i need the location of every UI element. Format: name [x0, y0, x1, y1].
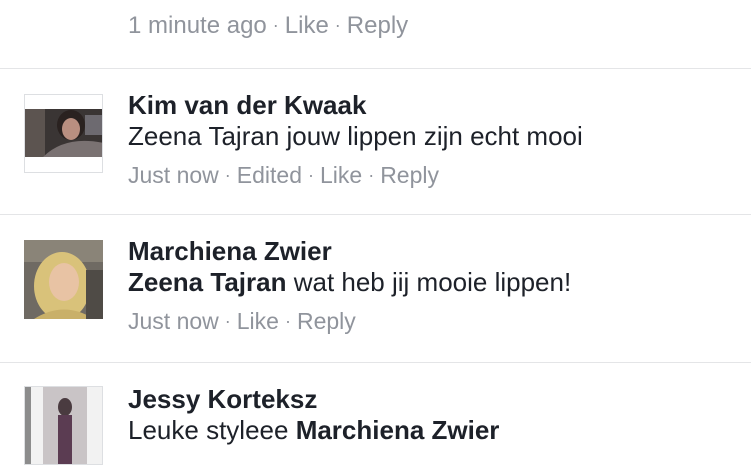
separator-dot: · [334, 15, 341, 35]
previous-comment-meta: 1 minute ago · Like · Reply [128, 12, 408, 40]
separator-dot: · [224, 311, 231, 331]
reply-link[interactable]: Reply [347, 12, 408, 39]
like-link[interactable]: Like [237, 308, 279, 334]
comment-author[interactable]: Kim van der Kwaak [128, 90, 366, 121]
avatar-photo [24, 240, 103, 319]
avatar-photo [25, 387, 102, 464]
reply-link[interactable]: Reply [380, 162, 439, 188]
avatar[interactable] [24, 240, 103, 319]
comment-author[interactable]: Marchiena Zwier [128, 236, 332, 267]
avatar[interactable] [24, 386, 103, 465]
comment-body: Zeena Tajran jouw lippen zijn echt mooi [128, 121, 583, 151]
comment-item: Marchiena Zwier Zeena Tajran wat heb jij… [0, 214, 751, 362]
separator-dot: · [284, 311, 291, 331]
comment-time: Just now [128, 308, 219, 334]
comment-body: wat heb jij mooie lippen! [293, 267, 572, 297]
comment-meta: Just now · Like · Reply [128, 308, 356, 335]
comment-text: Zeena Tajran wat heb jij mooie lippen! [128, 267, 571, 298]
reply-link[interactable]: Reply [297, 308, 356, 334]
comment-item: Jessy Korteksz Leuke styleee Marchiena Z… [0, 362, 751, 465]
separator-dot: · [307, 165, 314, 185]
edited-link[interactable]: Edited [237, 162, 302, 188]
avatar[interactable] [24, 94, 103, 173]
comment-time: Just now [128, 162, 219, 188]
comment-time: 1 minute ago [128, 12, 267, 39]
comment-text: Leuke styleee Marchiena Zwier [128, 415, 499, 446]
mention-link[interactable]: Zeena Tajran [128, 267, 286, 297]
comment-body: Leuke styleee [128, 415, 289, 445]
like-link[interactable]: Like [285, 12, 329, 39]
separator-dot: · [224, 165, 231, 185]
avatar-photo [25, 95, 102, 172]
separator-dot: · [368, 165, 375, 185]
comment-author[interactable]: Jessy Korteksz [128, 384, 317, 415]
mention-link[interactable]: Marchiena Zwier [296, 415, 500, 445]
separator-dot: · [272, 15, 279, 35]
comment-item: Kim van der Kwaak Zeena Tajran jouw lipp… [0, 68, 751, 214]
like-link[interactable]: Like [320, 162, 362, 188]
comment-meta: Just now · Edited · Like · Reply [128, 162, 439, 189]
comment-text: Zeena Tajran jouw lippen zijn echt mooi [128, 121, 583, 152]
